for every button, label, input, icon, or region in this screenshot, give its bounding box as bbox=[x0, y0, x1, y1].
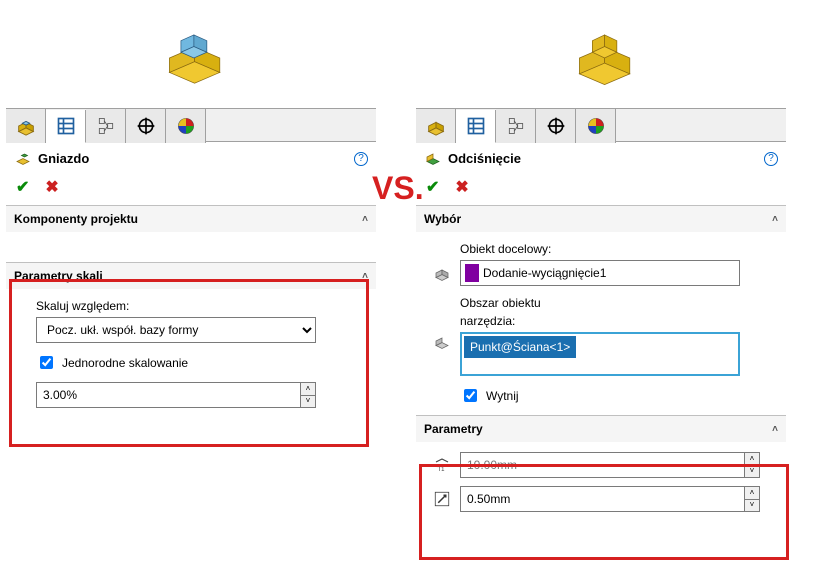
scale-about-label: Skaluj względem: bbox=[36, 299, 366, 313]
spin-up-icon[interactable]: ˄ bbox=[745, 487, 759, 500]
part-assembly-icon bbox=[155, 22, 227, 94]
tab-configuration-manager-icon[interactable] bbox=[496, 109, 536, 143]
cut-checkbox[interactable] bbox=[464, 389, 477, 402]
scale-value-input[interactable] bbox=[36, 382, 300, 408]
offset-distance-icon: T1 bbox=[430, 456, 454, 474]
help-icon[interactable]: ? bbox=[764, 152, 778, 166]
body-chip-icon bbox=[465, 264, 479, 282]
target-body-icon bbox=[430, 264, 454, 282]
feature-manager-tabs bbox=[416, 108, 786, 142]
svg-text:T1: T1 bbox=[438, 467, 446, 473]
right-panel: Odciśnięcie ? ✔ ✖ Wybór ˄ Obiekt docelow… bbox=[416, 8, 786, 522]
section-selection[interactable]: Wybór ˄ bbox=[416, 205, 786, 232]
help-icon[interactable]: ? bbox=[354, 152, 368, 166]
cut-label: Wytnij bbox=[486, 389, 519, 403]
tab-property-manager-icon[interactable] bbox=[46, 110, 86, 143]
cavity-feature-icon bbox=[14, 148, 32, 169]
tab-property-manager-icon[interactable] bbox=[456, 110, 496, 143]
spin-up-icon[interactable]: ˄ bbox=[301, 383, 315, 396]
spin-down-icon[interactable]: ˅ bbox=[745, 466, 759, 478]
target-body-value: Dodanie-wyciągnięcie1 bbox=[483, 266, 606, 280]
tool-region-field[interactable]: Punkt@Ściana<1> bbox=[460, 332, 740, 376]
section-scale-params[interactable]: Parametry skali ˄ bbox=[6, 262, 376, 289]
left-panel: Gniazdo ? ✔ ✖ Komponenty projektu ˄ Para… bbox=[6, 8, 376, 522]
section-parameters[interactable]: Parametry ˄ bbox=[416, 415, 786, 442]
uniform-scaling-label: Jednorodne skalowanie bbox=[62, 356, 188, 370]
spin-up-icon[interactable]: ˄ bbox=[745, 453, 759, 466]
tab-dimxpert-icon[interactable] bbox=[536, 109, 576, 143]
feature-manager-tabs bbox=[6, 108, 376, 142]
pm-title: Gniazdo bbox=[38, 151, 354, 166]
chevron-up-icon: ˄ bbox=[772, 424, 778, 435]
offset-distance-input bbox=[460, 452, 744, 478]
cancel-icon[interactable]: ✖ bbox=[455, 177, 468, 197]
tool-region-value: Punkt@Ściana<1> bbox=[464, 336, 576, 358]
cancel-icon[interactable]: ✖ bbox=[45, 177, 58, 197]
section-selection-title: Wybór bbox=[424, 212, 461, 226]
tab-appearances-icon[interactable] bbox=[166, 109, 206, 143]
tab-assembly-icon[interactable] bbox=[6, 109, 46, 143]
chevron-up-icon: ˄ bbox=[772, 214, 778, 225]
scale-about-select[interactable]: Pocz. ukł. współ. bazy formy bbox=[36, 317, 316, 343]
section-parameters-title: Parametry bbox=[424, 422, 483, 436]
tool-region-label-1: Obszar obiektu bbox=[460, 296, 776, 310]
tab-part-icon[interactable] bbox=[416, 109, 456, 143]
pm-title: Odciśnięcie bbox=[448, 151, 764, 166]
chevron-up-icon: ˄ bbox=[362, 271, 368, 282]
clearance-input[interactable] bbox=[460, 486, 744, 512]
section-scale-params-title: Parametry skali bbox=[14, 269, 103, 283]
spin-down-icon[interactable]: ˅ bbox=[301, 396, 315, 408]
chevron-up-icon: ˄ bbox=[362, 214, 368, 225]
section-components-title: Komponenty projektu bbox=[14, 212, 138, 226]
section-components[interactable]: Komponenty projektu ˄ bbox=[6, 205, 376, 232]
target-body-label: Obiekt docelowy: bbox=[460, 242, 776, 256]
target-body-field[interactable]: Dodanie-wyciągnięcie1 bbox=[460, 260, 740, 286]
spin-down-icon[interactable]: ˅ bbox=[745, 500, 759, 512]
part-icon bbox=[565, 22, 637, 94]
tab-configuration-manager-icon[interactable] bbox=[86, 109, 126, 143]
confirm-icon[interactable]: ✔ bbox=[16, 177, 29, 197]
confirm-icon[interactable]: ✔ bbox=[426, 177, 439, 197]
clearance-icon bbox=[430, 490, 454, 508]
tool-region-label-2: narzędzia: bbox=[460, 314, 776, 328]
uniform-scaling-checkbox[interactable] bbox=[40, 356, 53, 369]
tab-dimxpert-icon[interactable] bbox=[126, 109, 166, 143]
tool-region-icon bbox=[430, 332, 454, 350]
indent-feature-icon bbox=[424, 148, 442, 169]
tab-appearances-icon[interactable] bbox=[576, 109, 616, 143]
